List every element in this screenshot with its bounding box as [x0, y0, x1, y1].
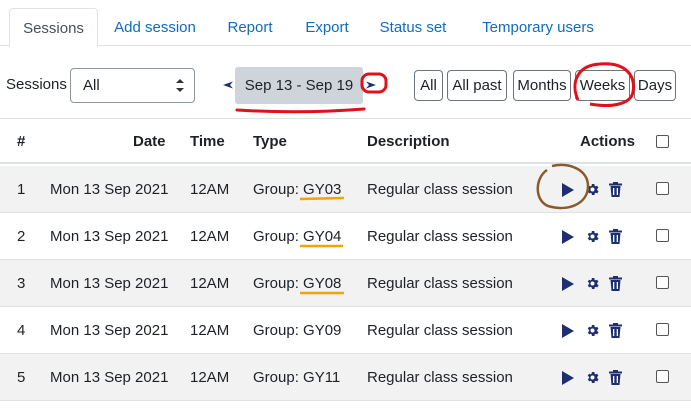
trash-icon[interactable] [609, 229, 622, 244]
col-actions-header: Actions [580, 133, 636, 150]
tab-temporary-users[interactable]: Temporary users [468, 8, 608, 47]
play-icon[interactable] [562, 324, 574, 338]
table-row: 5 Mon 13 Sep 2021 12AM Group: GY11 Regular c… [0, 354, 691, 401]
date-range-underline-annotation [235, 107, 366, 114]
play-icon[interactable] [562, 183, 574, 197]
row-group-name: GY03 [303, 181, 342, 198]
tab-export[interactable]: Export [295, 8, 359, 47]
row-select-checkbox[interactable] [656, 276, 669, 289]
row-select-checkbox[interactable] [656, 182, 669, 195]
row-date: Mon 13 Sep 2021 [50, 322, 169, 339]
previous-week-icon[interactable] [222, 80, 234, 90]
tab-sessions[interactable]: Sessions [9, 8, 98, 47]
gear-icon[interactable] [585, 323, 600, 338]
row-type: Group: GY04 [253, 228, 341, 245]
row-date: Mon 13 Sep 2021 [50, 228, 169, 245]
row-number: 2 [17, 228, 26, 245]
tab-status-set[interactable]: Status set [368, 8, 458, 47]
row-number: 4 [17, 322, 26, 339]
table-row: 1 Mon 13 Sep 2021 12AM Group: GY03 Regular c… [0, 166, 691, 213]
table-row: 3 Mon 13 Sep 2021 12AM Group: GY08 Regular c… [0, 260, 691, 307]
row-time: 12AM [190, 369, 230, 386]
sessions-select-value: All [83, 77, 100, 94]
table-header: # Date Time Type Description Actions [0, 118, 691, 164]
sessions-select[interactable]: All [70, 68, 195, 103]
view-days-button[interactable]: Days [634, 70, 676, 101]
table-row: 4 Mon 13 Sep 2021 12AM Group: GY09 Regular c… [0, 307, 691, 354]
table-row: 2 Mon 13 Sep 2021 12AM Group: GY04 Regular c… [0, 213, 691, 260]
view-weeks-button[interactable]: Weeks [575, 70, 630, 101]
row-number: 5 [17, 369, 26, 386]
row-type-prefix: Group: [253, 369, 304, 386]
row-type: Group: GY09 [253, 322, 341, 339]
row-time: 12AM [190, 322, 230, 339]
view-all-button[interactable]: All [414, 70, 443, 101]
tab-report[interactable]: Report [215, 8, 285, 47]
date-range-display: Sep 13 - Sep 19 [235, 67, 363, 104]
row-description: Regular class session [367, 275, 513, 292]
col-type-header: Type [253, 133, 287, 150]
play-icon[interactable] [562, 230, 574, 244]
trash-icon[interactable] [609, 182, 622, 197]
row-type: Group: GY08 [253, 275, 341, 292]
gear-icon[interactable] [585, 276, 600, 291]
row-group-name: GY08 [303, 275, 342, 292]
row-type-prefix: Group: [253, 228, 304, 245]
row-time: 12AM [190, 181, 230, 198]
row-time: 12AM [190, 275, 230, 292]
row-select-checkbox[interactable] [656, 229, 669, 242]
row-description: Regular class session [367, 322, 513, 339]
view-months-button[interactable]: Months [513, 70, 571, 101]
trash-icon[interactable] [609, 323, 622, 338]
play-icon[interactable] [562, 371, 574, 385]
view-all-past-button[interactable]: All past [447, 70, 507, 101]
trash-icon[interactable] [609, 370, 622, 385]
col-date-header: Date [133, 133, 166, 150]
select-all-checkbox[interactable] [656, 135, 669, 148]
sessions-filter-label: Sessions [6, 76, 67, 93]
gear-icon[interactable] [585, 182, 600, 197]
row-date: Mon 13 Sep 2021 [50, 369, 169, 386]
select-arrows-icon [176, 79, 184, 92]
next-week-icon[interactable] [365, 80, 377, 90]
row-type-prefix: Group: [253, 181, 304, 198]
col-time-header: Time [190, 133, 225, 150]
tab-bar: Sessions Add session Report Export Statu… [0, 0, 691, 47]
row-group-name: GY04 [303, 228, 342, 245]
play-icon[interactable] [562, 277, 574, 291]
row-description: Regular class session [367, 181, 513, 198]
row-date: Mon 13 Sep 2021 [50, 275, 169, 292]
row-type-prefix: Group: [253, 275, 304, 292]
row-group-name: GY11 [303, 369, 341, 386]
row-select-checkbox[interactable] [656, 370, 669, 383]
row-select-checkbox[interactable] [656, 323, 669, 336]
row-date: Mon 13 Sep 2021 [50, 181, 169, 198]
row-number: 1 [17, 181, 26, 198]
row-group-name: GY09 [303, 322, 342, 339]
row-description: Regular class session [367, 228, 513, 245]
row-type: Group: GY11 [253, 369, 340, 386]
row-time: 12AM [190, 228, 230, 245]
col-num-header: # [17, 133, 26, 150]
row-description: Regular class session [367, 369, 513, 386]
row-type: Group: GY03 [253, 181, 341, 198]
gear-icon[interactable] [585, 370, 600, 385]
tab-add-session[interactable]: Add session [106, 8, 204, 47]
row-number: 3 [17, 275, 26, 292]
col-description-header: Description [367, 133, 450, 150]
gear-icon[interactable] [585, 229, 600, 244]
trash-icon[interactable] [609, 276, 622, 291]
row-type-prefix: Group: [253, 322, 304, 339]
